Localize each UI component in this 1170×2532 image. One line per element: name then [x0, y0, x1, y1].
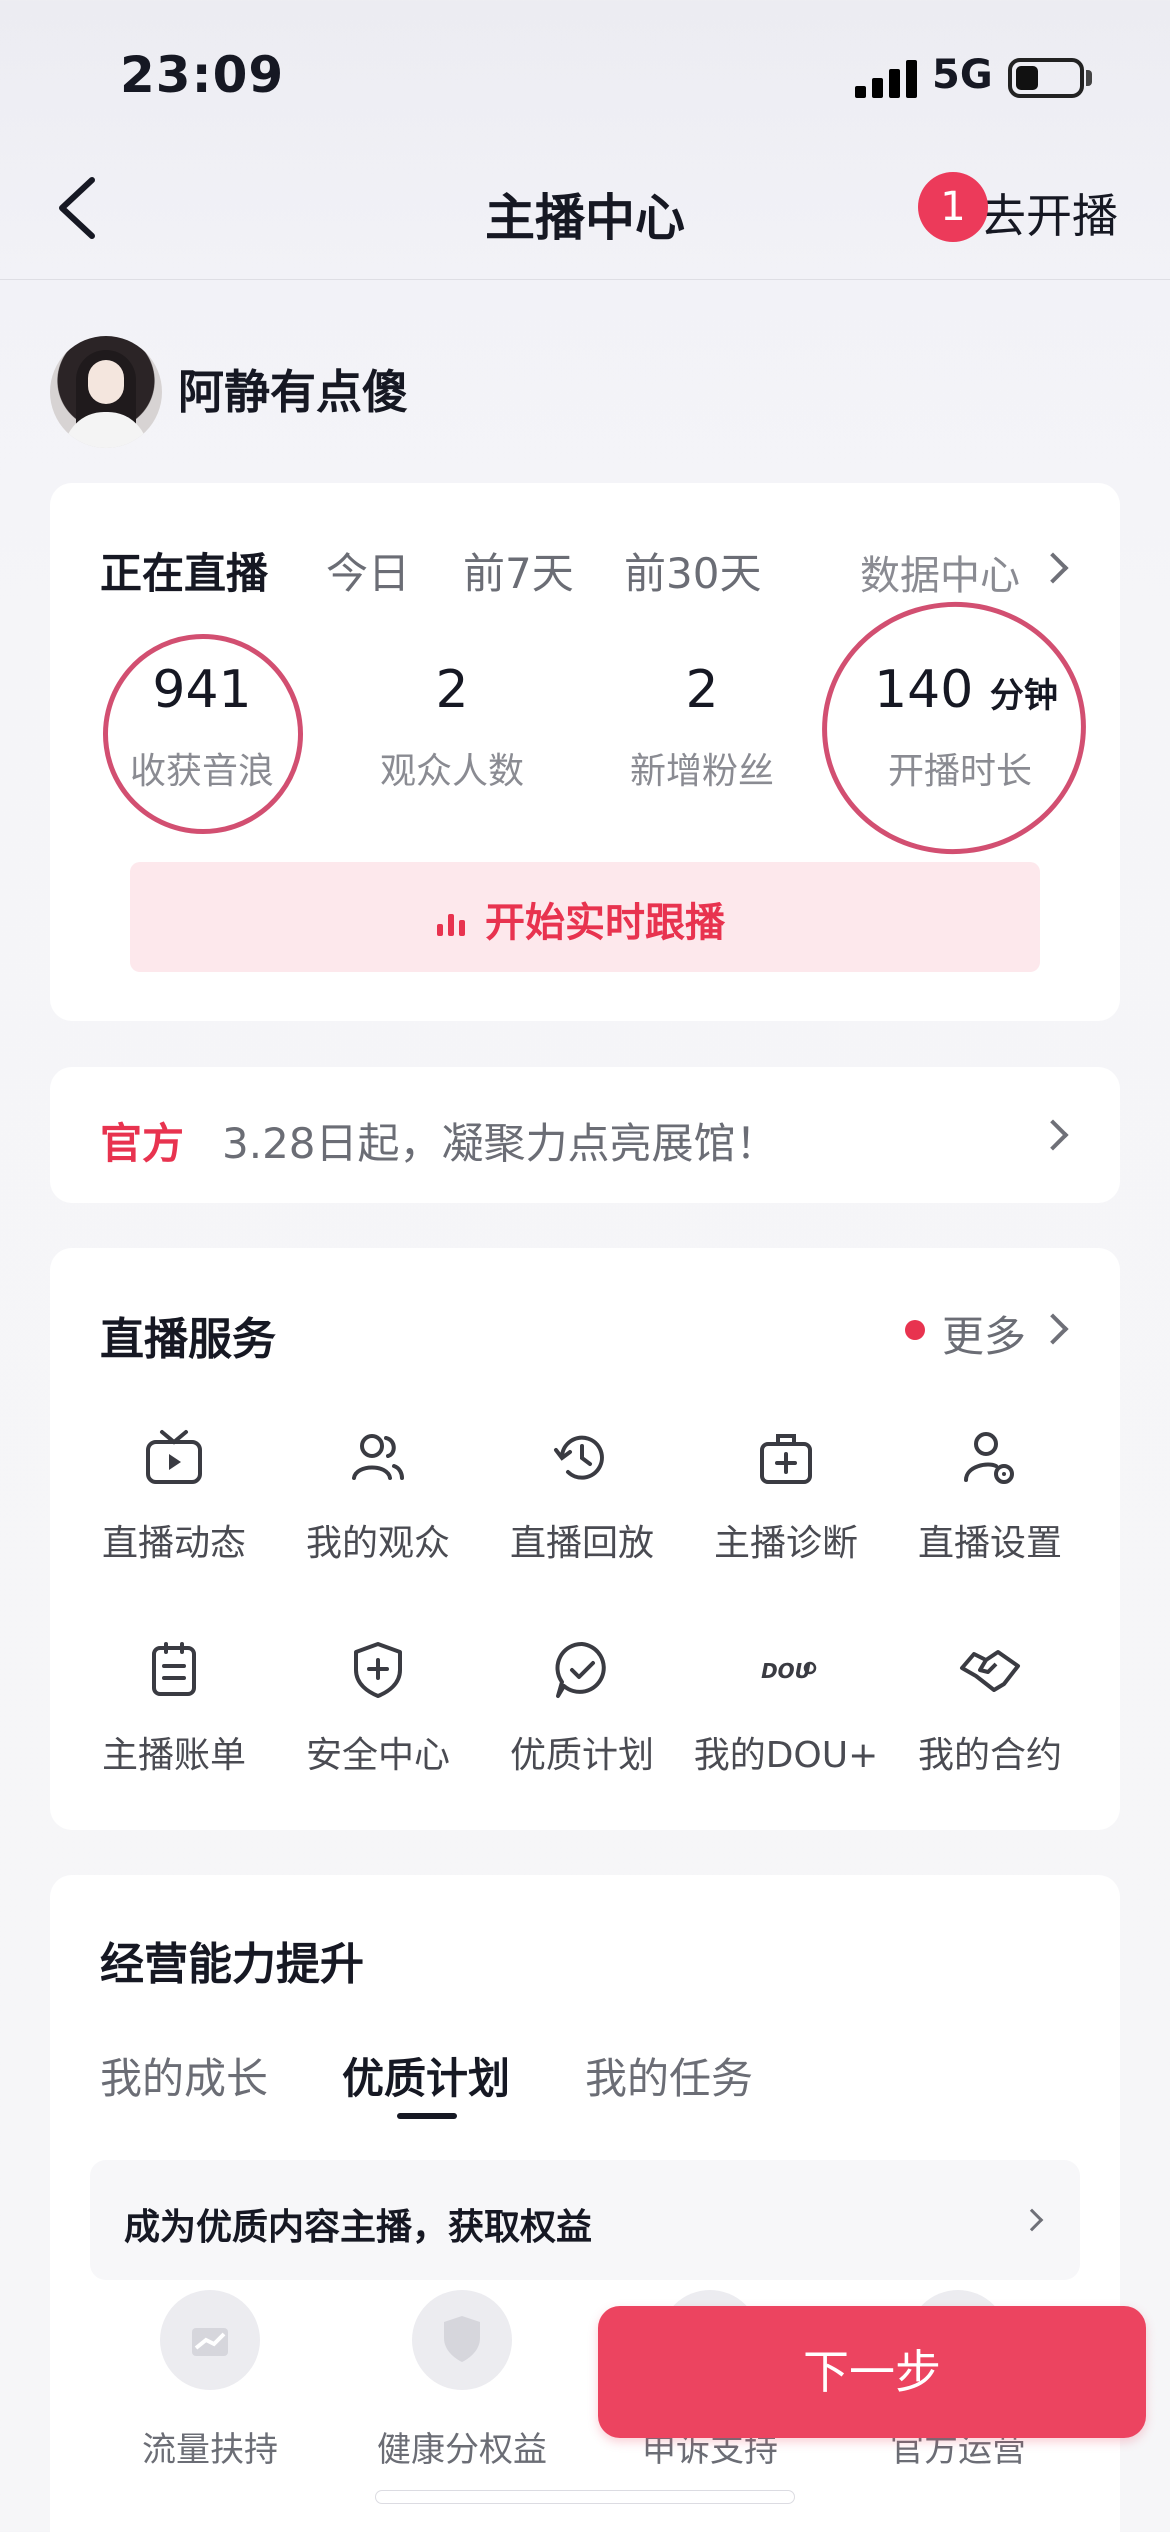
battery-tip	[1086, 70, 1092, 86]
avatar[interactable]	[50, 336, 162, 448]
start-live-follow-label: 开始实时跟播	[485, 900, 725, 946]
stat-label-viewers: 观众人数	[379, 751, 524, 792]
go-live-button[interactable]: 去开播	[980, 180, 1118, 246]
service-label: 我的DOU+	[693, 1735, 879, 1776]
check-bubble-icon	[555, 1641, 606, 1698]
stat-value-viewers: 2	[435, 660, 469, 720]
audience-icon	[352, 1434, 404, 1480]
handshake-icon	[960, 1650, 1020, 1692]
quality-plan-text: 成为优质内容主播，获取权益	[124, 2207, 593, 2248]
replay-icon	[554, 1435, 604, 1480]
service-live-updates[interactable]: 直播动态	[74, 1426, 274, 1566]
benefit-traffic[interactable]: 流量扶持	[110, 2290, 310, 2471]
service-label: 直播动态	[101, 1523, 246, 1564]
growth-title: 经营能力提升	[100, 1939, 364, 1990]
red-dot-icon	[905, 1320, 925, 1340]
tab-7-days[interactable]: 前7天	[463, 540, 574, 601]
tab-quality-plan[interactable]: 优质计划	[342, 2045, 510, 2106]
stat-value-new-fans: 2	[685, 660, 719, 720]
service-contract[interactable]: 我的合约	[890, 1638, 1090, 1778]
service-live-settings[interactable]: 直播设置	[890, 1426, 1090, 1566]
service-label: 我的观众	[305, 1523, 450, 1564]
service-label: 直播设置	[917, 1523, 1062, 1564]
benefit-label: 流量扶持	[142, 2430, 278, 2470]
tab-30-days[interactable]: 前30天	[624, 540, 761, 601]
service-label: 我的合约	[917, 1735, 1062, 1776]
services-title: 直播服务	[100, 1314, 276, 1365]
benefit-health-score[interactable]: 健康分权益	[362, 2290, 562, 2471]
service-dou-plus[interactable]: DOU 我的DOU+	[686, 1638, 886, 1778]
notification-badge: 1	[918, 172, 988, 242]
dou-plus-icon: DOU	[761, 1659, 817, 1683]
shield-icon	[412, 2290, 512, 2390]
service-replay[interactable]: 直播回放	[482, 1426, 682, 1566]
tab-my-tasks[interactable]: 我的任务	[585, 2045, 753, 2106]
next-step-button[interactable]: 下一步	[598, 2306, 1146, 2438]
tab-my-growth[interactable]: 我的成长	[100, 2045, 268, 2106]
service-quality-plan[interactable]: 优质计划	[482, 1638, 682, 1778]
bill-icon	[152, 1642, 196, 1696]
service-label: 优质计划	[509, 1735, 654, 1776]
traffic-chart-icon	[160, 2290, 260, 2390]
active-tab-indicator	[397, 2113, 457, 2119]
home-indicator[interactable]	[375, 2490, 795, 2504]
battery-icon	[1008, 58, 1084, 98]
signal-icon	[855, 58, 917, 98]
medical-kit-icon	[760, 1434, 812, 1484]
service-security[interactable]: 安全中心	[278, 1638, 478, 1778]
service-label: 主播诊断	[713, 1523, 858, 1564]
service-diagnosis[interactable]: 主播诊断	[686, 1426, 886, 1566]
username: 阿静有点傻	[178, 365, 408, 419]
service-label: 安全中心	[305, 1735, 450, 1776]
official-tag: 官方	[100, 1119, 185, 1168]
svg-text:DOU: DOU	[761, 1659, 811, 1683]
service-bill[interactable]: 主播账单	[74, 1638, 274, 1778]
network-type: 5G	[932, 52, 993, 98]
tab-today[interactable]: 今日	[326, 540, 410, 601]
shield-plus-icon	[354, 1642, 402, 1698]
service-label: 主播账单	[101, 1735, 246, 1776]
stat-label-new-fans: 新增粉丝	[629, 751, 774, 792]
user-settings-icon	[964, 1432, 1014, 1484]
service-label: 直播回放	[509, 1523, 654, 1564]
tv-icon	[146, 1430, 202, 1484]
official-text: 3.28日起，凝聚力点亮展馆！	[222, 1119, 778, 1168]
tab-live-now[interactable]: 正在直播	[100, 540, 268, 601]
status-time: 23:09	[120, 46, 285, 104]
service-my-audience[interactable]: 我的观众	[278, 1426, 478, 1566]
data-center-link[interactable]: 数据中心	[860, 543, 1020, 601]
more-link[interactable]: 更多	[942, 1303, 1026, 1364]
benefit-label: 健康分权益	[377, 2430, 547, 2470]
